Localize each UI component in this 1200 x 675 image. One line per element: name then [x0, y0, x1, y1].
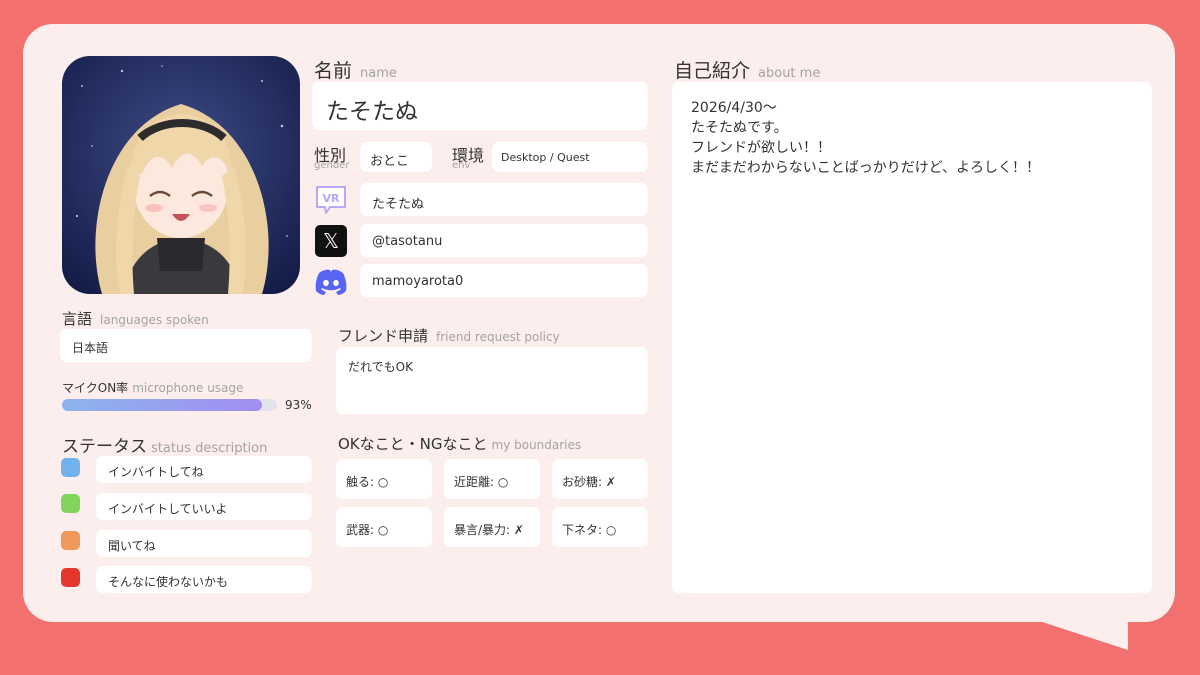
name-label: 名前: [314, 60, 353, 82]
boundary-text: 武器: ○: [346, 523, 389, 537]
status-text: 聞いてね: [108, 539, 156, 553]
x-icon: 𝕏: [314, 224, 348, 258]
boundary-item: 近距離: ○: [444, 459, 540, 499]
boundaries-label: OKなこと・NGなこと: [338, 435, 488, 453]
boundary-text: 暴言/暴力: ✗: [454, 523, 524, 537]
discord-field: mamoyarota0: [360, 264, 648, 297]
status-text: インバイトしてね: [108, 465, 204, 479]
boundaries-title: OKなこと・NGなこと my boundaries: [338, 433, 581, 454]
env-value: Desktop / Quest: [501, 151, 590, 164]
gender-field: おとこ: [360, 142, 432, 172]
status-text: そんなに使わないかも: [108, 575, 229, 589]
boundaries-sub-label: my boundaries: [491, 438, 582, 452]
env-sub-label: env: [452, 160, 471, 171]
svg-text:𝕏: 𝕏: [323, 229, 339, 253]
mic-title: マイクON率 microphone usage: [62, 379, 243, 396]
friend-field: だれでもOK: [336, 347, 648, 414]
mic-bar-track: [62, 399, 277, 411]
about-line: たそたぬです。: [691, 120, 788, 136]
status-item: 聞いてね: [96, 530, 312, 557]
boundary-text: 触る: ○: [346, 475, 389, 489]
discord-icon: [313, 265, 347, 299]
svg-text:VR: VR: [323, 192, 341, 205]
vrchat-value: たそたぬ: [372, 197, 425, 212]
status-sub-label: status description: [151, 441, 268, 456]
about-sub-label: about me: [758, 66, 821, 81]
status-color-red: [61, 568, 80, 587]
boundary-item: 武器: ○: [336, 507, 432, 547]
about-line: フレンドが欲しい！！: [691, 140, 831, 156]
status-item: インバイトしてね: [96, 456, 312, 483]
status-title: ステータス status description: [62, 432, 267, 457]
status-color-green: [61, 494, 80, 513]
friend-title: フレンド申請 friend request policy: [338, 325, 560, 346]
boundary-item: 暴言/暴力: ✗: [444, 507, 540, 547]
avatar-image: [62, 56, 300, 294]
status-text: インバイトしていいよ: [108, 502, 228, 516]
x-field: @tasotanu: [360, 224, 648, 257]
language-field: 日本語: [60, 329, 312, 362]
boundary-item: 触る: ○: [336, 459, 432, 499]
gender-value: おとこ: [370, 154, 410, 169]
about-line: まだまだわからないことばっかりだけど、よろしく！！: [691, 160, 1041, 176]
mic-bar-fill: [62, 399, 262, 411]
avatar: [62, 56, 300, 294]
name-title: 名前 name: [314, 56, 397, 83]
language-sub-label: languages spoken: [100, 313, 209, 327]
vrchat-field: たそたぬ: [360, 183, 648, 216]
boundary-text: 近距離: ○: [454, 475, 509, 489]
mic-sub-label: microphone usage: [132, 381, 244, 395]
language-label: 言語: [62, 310, 93, 328]
name-sub-label: name: [360, 66, 397, 81]
about-title: 自己紹介 about me: [674, 56, 820, 83]
boundary-text: 下ネタ: ○: [562, 523, 617, 537]
x-value: @tasotanu: [372, 234, 443, 249]
language-title: 言語 languages spoken: [62, 308, 209, 329]
boundary-item: お砂糖: ✗: [552, 459, 648, 499]
friend-sub-label: friend request policy: [436, 330, 560, 344]
status-color-blue: [61, 458, 80, 477]
vrchat-icon: VR: [314, 183, 348, 217]
friend-value: だれでもOK: [348, 360, 413, 374]
mic-value: 93%: [285, 398, 312, 412]
about-label: 自己紹介: [674, 60, 751, 82]
status-label: ステータス: [62, 437, 147, 457]
boundary-item: 下ネタ: ○: [552, 507, 648, 547]
about-field: 2026/4/30〜 たそたぬです。 フレンドが欲しい！！ まだまだわからないこ…: [672, 82, 1152, 593]
speech-bubble-tail: [1030, 618, 1128, 650]
name-value: たそたぬ: [326, 99, 418, 125]
status-item: インバイトしていいよ: [96, 493, 312, 520]
discord-value: mamoyarota0: [372, 274, 464, 289]
gender-sub-label: gender: [314, 160, 350, 171]
status-color-orange: [61, 531, 80, 550]
about-line: 2026/4/30〜: [691, 100, 777, 116]
boundary-text: お砂糖: ✗: [562, 475, 616, 489]
status-item: そんなに使わないかも: [96, 566, 312, 593]
language-value: 日本語: [72, 341, 109, 355]
friend-label: フレンド申請: [338, 327, 429, 345]
name-field: たそたぬ: [312, 82, 648, 130]
env-field: Desktop / Quest: [492, 142, 648, 172]
mic-label: マイクON率: [62, 381, 129, 395]
